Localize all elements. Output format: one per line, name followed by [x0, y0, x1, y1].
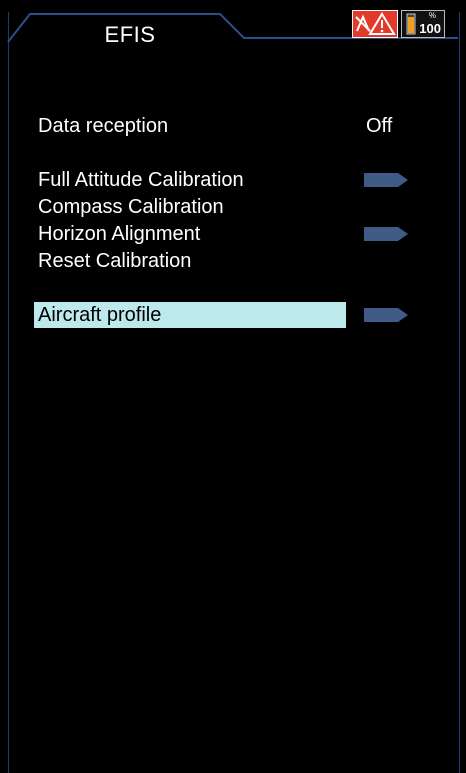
menu-item-aircraft-profile[interactable]: Aircraft profile — [34, 302, 346, 328]
arrow-right-icon[interactable] — [364, 173, 408, 187]
menu-item-compass-calibration[interactable]: Compass Calibration — [34, 194, 346, 220]
battery-unit: % — [428, 11, 436, 20]
battery-level: 100 — [419, 21, 441, 36]
status-indicators: % 100 — [352, 10, 445, 38]
arrow-right-icon[interactable] — [364, 227, 408, 241]
battery-icon: % 100 — [401, 10, 445, 38]
data-reception-value[interactable]: Off — [366, 113, 392, 139]
menu-item-reset-calibration[interactable]: Reset Calibration — [34, 248, 346, 274]
page-title: EFIS — [104, 22, 156, 47]
menu-item-full-attitude-calibration[interactable]: Full Attitude Calibration — [34, 167, 346, 193]
menu-item-data-reception[interactable]: Data reception — [34, 113, 346, 139]
warning-icon[interactable] — [352, 10, 398, 38]
arrow-right-icon[interactable] — [364, 308, 408, 322]
menu-item-horizon-alignment[interactable]: Horizon Alignment — [34, 221, 346, 247]
